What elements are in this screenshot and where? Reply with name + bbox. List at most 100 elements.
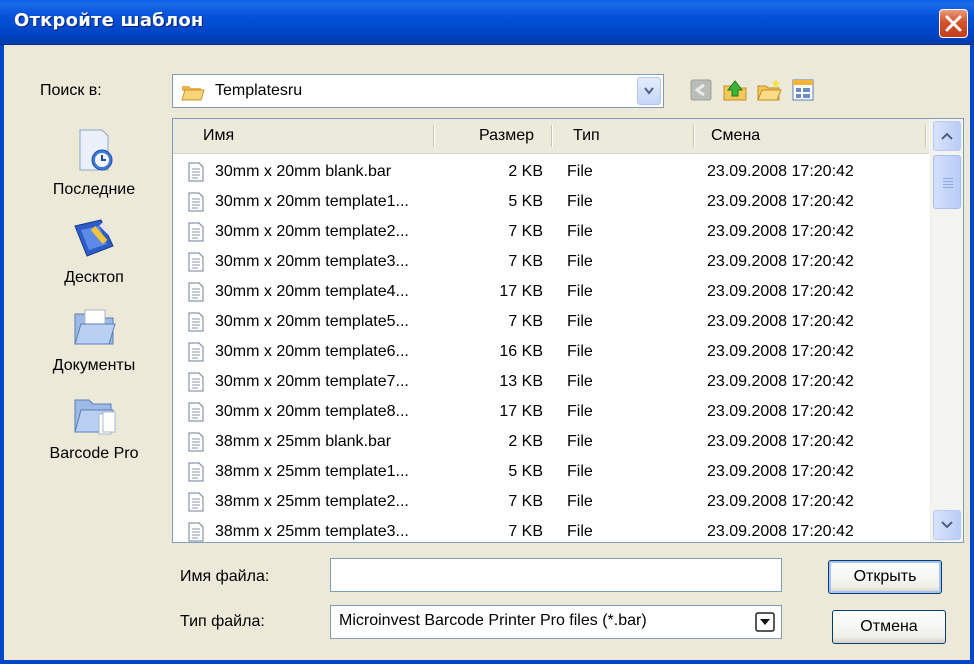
- documents-icon: [74, 309, 116, 345]
- chevron-up-icon: [941, 132, 953, 140]
- file-modified: 23.09.2008 17:20:42: [707, 493, 854, 510]
- file-icon: [188, 312, 204, 332]
- file-type: File: [567, 403, 593, 420]
- file-modified: 23.09.2008 17:20:42: [707, 433, 854, 450]
- column-header-modified[interactable]: Смена: [711, 127, 760, 145]
- file-type: File: [567, 373, 593, 390]
- look-in-combo[interactable]: Templatesru: [172, 74, 664, 108]
- file-size: 5 KB: [508, 463, 543, 480]
- file-size: 16 KB: [499, 343, 543, 360]
- file-name: 38mm x 25mm blank.bar: [215, 433, 392, 450]
- file-icon: [188, 432, 204, 452]
- place-label: Последние: [52, 181, 136, 198]
- file-type: File: [567, 523, 593, 540]
- file-type: File: [567, 253, 593, 270]
- barcode-pro-folder-icon: [74, 399, 116, 435]
- file-row[interactable]: 38mm x 25mm blank.bar 2 KB File 23.09.20…: [173, 428, 929, 458]
- scroll-thumb[interactable]: [933, 155, 961, 209]
- grip-line: [943, 181, 953, 182]
- file-row[interactable]: 38mm x 25mm template2... 7 KB File 23.09…: [173, 488, 929, 518]
- file-row[interactable]: 30mm x 20mm blank.bar 2 KB File 23.09.20…: [173, 158, 929, 188]
- file-icon: [188, 522, 204, 542]
- grip-line: [943, 187, 953, 188]
- chevron-down-icon: [941, 521, 953, 529]
- scroll-up-button[interactable]: [933, 121, 961, 151]
- place-barcode-pro[interactable]: Barcode Pro: [26, 392, 162, 463]
- file-modified: 23.09.2008 17:20:42: [707, 283, 854, 300]
- chevron-down-icon: [644, 87, 654, 95]
- file-type-value: Microinvest Barcode Printer Pro files (*…: [339, 612, 647, 629]
- file-name-input[interactable]: [330, 558, 782, 592]
- file-icon: [188, 462, 204, 482]
- file-icon: [188, 222, 204, 242]
- column-header-type[interactable]: Тип: [573, 127, 600, 145]
- file-modified: 23.09.2008 17:20:42: [707, 193, 854, 210]
- file-name: 30mm x 20mm blank.bar: [215, 163, 392, 180]
- file-row[interactable]: 30mm x 20mm template5... 7 KB File 23.09…: [173, 308, 929, 338]
- file-name: 30mm x 20mm template7...: [215, 373, 409, 390]
- column-divider[interactable]: [551, 125, 552, 147]
- close-button[interactable]: [939, 9, 968, 38]
- place-label: Десктоп: [64, 269, 124, 286]
- scroll-down-button[interactable]: [933, 510, 961, 540]
- file-row[interactable]: 30mm x 20mm template4... 17 KB File 23.0…: [173, 278, 929, 308]
- look-in-dropdown-button[interactable]: [637, 77, 661, 105]
- file-modified: 23.09.2008 17:20:42: [707, 313, 854, 330]
- file-type: File: [567, 343, 593, 360]
- file-modified: 23.09.2008 17:20:42: [707, 253, 854, 270]
- file-type: File: [567, 313, 593, 330]
- vertical-scrollbar[interactable]: [930, 119, 963, 542]
- new-folder-icon[interactable]: [756, 77, 782, 103]
- file-name: 38mm x 25mm template3...: [215, 523, 409, 540]
- file-row[interactable]: 38mm x 25mm template1... 5 KB File 23.09…: [173, 458, 929, 488]
- file-name: 38mm x 25mm template1...: [215, 463, 409, 480]
- place-label: Документы: [52, 357, 136, 374]
- column-divider[interactable]: [433, 125, 434, 147]
- file-row[interactable]: 30mm x 20mm template7... 13 KB File 23.0…: [173, 368, 929, 398]
- close-icon: [945, 15, 962, 32]
- up-folder-icon[interactable]: [722, 77, 748, 103]
- place-documents[interactable]: Документы: [26, 304, 162, 375]
- column-header-name[interactable]: Имя: [203, 127, 234, 145]
- file-row[interactable]: 38mm x 25mm template3... 7 KB File 23.09…: [173, 518, 929, 542]
- column-header-size[interactable]: Размер: [479, 127, 534, 145]
- file-modified: 23.09.2008 17:20:42: [707, 463, 854, 480]
- file-modified: 23.09.2008 17:20:42: [707, 403, 854, 420]
- file-type-label: Тип файла:: [180, 613, 265, 630]
- place-desktop[interactable]: Десктоп: [26, 216, 162, 287]
- recent-icon: [79, 129, 113, 171]
- open-button[interactable]: Открыть: [828, 560, 942, 594]
- file-type-select[interactable]: Microinvest Barcode Printer Pro files (*…: [330, 605, 782, 639]
- file-size: 2 KB: [508, 433, 543, 450]
- file-modified: 23.09.2008 17:20:42: [707, 163, 854, 180]
- place-recent[interactable]: Последние: [26, 128, 162, 199]
- file-name: 30mm x 20mm template5...: [215, 313, 409, 330]
- file-type: File: [567, 283, 593, 300]
- back-icon[interactable]: [688, 77, 714, 103]
- file-modified: 23.09.2008 17:20:42: [707, 523, 854, 540]
- view-menu-icon[interactable]: [790, 77, 816, 103]
- file-icon: [188, 162, 204, 182]
- file-row[interactable]: 30mm x 20mm template3... 7 KB File 23.09…: [173, 248, 929, 278]
- file-modified: 23.09.2008 17:20:42: [707, 223, 854, 240]
- file-row[interactable]: 30mm x 20mm template6... 16 KB File 23.0…: [173, 338, 929, 368]
- file-icon: [188, 342, 204, 362]
- file-size: 7 KB: [508, 253, 543, 270]
- file-type: File: [567, 433, 593, 450]
- window-frame-right: [970, 45, 974, 664]
- file-row[interactable]: 30mm x 20mm template2... 7 KB File 23.09…: [173, 218, 929, 248]
- file-row[interactable]: 30mm x 20mm template8... 17 KB File 23.0…: [173, 398, 929, 428]
- file-size: 17 KB: [499, 283, 543, 300]
- column-divider[interactable]: [693, 125, 694, 147]
- open-folder-icon: [181, 86, 205, 101]
- column-divider[interactable]: [925, 125, 926, 147]
- window-title: Откройте шаблон: [14, 10, 204, 31]
- file-list[interactable]: Имя Размер Тип Смена 30mm x 20mm blank.b…: [172, 118, 964, 543]
- file-name: 30mm x 20mm template3...: [215, 253, 409, 270]
- file-name: 30mm x 20mm template6...: [215, 343, 409, 360]
- file-row[interactable]: 30mm x 20mm template1... 5 KB File 23.09…: [173, 188, 929, 218]
- dropdown-arrow-icon[interactable]: [755, 612, 775, 632]
- cancel-button[interactable]: Отмена: [832, 610, 946, 644]
- file-icon: [188, 192, 204, 212]
- look-in-label: Поиск в:: [40, 82, 102, 99]
